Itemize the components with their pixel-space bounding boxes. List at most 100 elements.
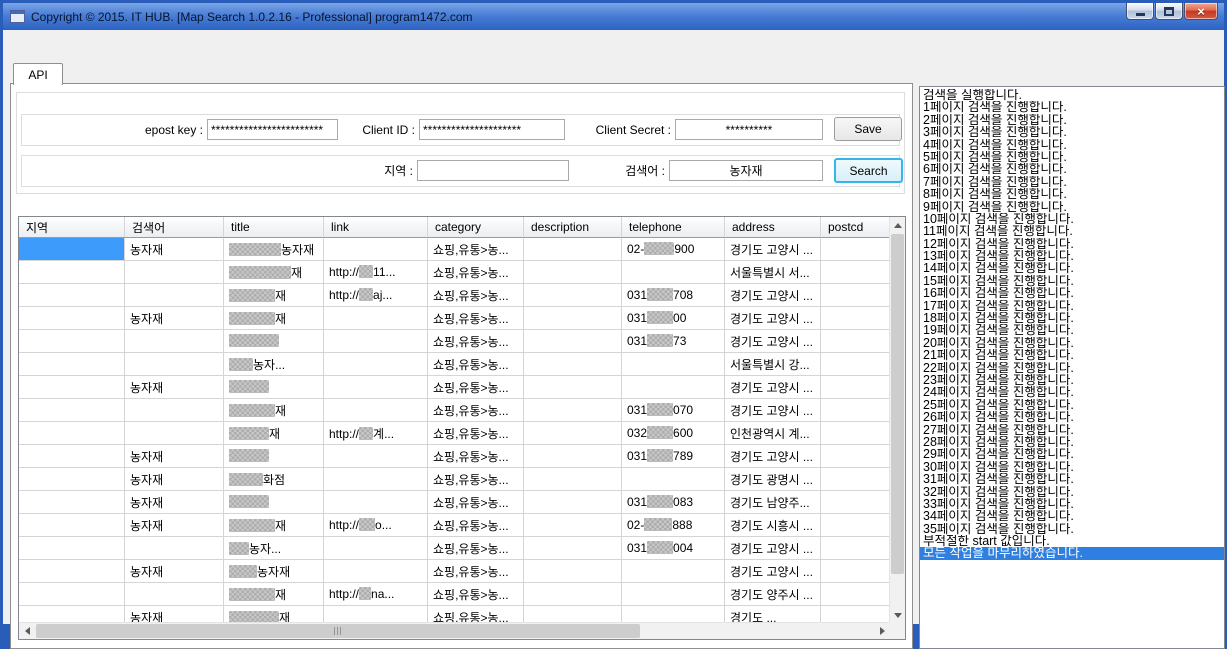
epost-key-field[interactable] (207, 119, 338, 140)
grid-cell[interactable]: 쇼핑,유통>농... (428, 583, 524, 606)
vertical-scroll-thumb[interactable] (891, 234, 904, 574)
grid-cell[interactable] (821, 422, 890, 445)
grid-cell[interactable] (524, 606, 622, 623)
grid-cell[interactable]: http://aj... (324, 284, 428, 307)
grid-cell[interactable] (524, 284, 622, 307)
grid-cell[interactable]: 재 (224, 606, 324, 623)
grid-cell[interactable]: 031789 (622, 445, 725, 468)
client-id-field[interactable] (419, 119, 565, 140)
grid-cell[interactable]: 032600 (622, 422, 725, 445)
grid-cell[interactable] (821, 606, 890, 623)
grid-cell[interactable] (821, 307, 890, 330)
grid-cell[interactable]: 경기도 고양시 ... (725, 445, 821, 468)
grid-cell[interactable] (224, 491, 324, 514)
grid-cell[interactable] (622, 468, 725, 491)
grid-cell[interactable]: 농자재 (224, 560, 324, 583)
grid-cell[interactable]: http://o... (324, 514, 428, 537)
grid-cell[interactable]: http://na... (324, 583, 428, 606)
close-button[interactable]: × (1184, 3, 1218, 20)
grid-cell[interactable]: 03173 (622, 330, 725, 353)
grid-cell[interactable]: 경기도 고양시 ... (725, 284, 821, 307)
grid-cell[interactable] (821, 491, 890, 514)
grid-cell[interactable] (821, 238, 890, 261)
grid-cell[interactable] (324, 376, 428, 399)
grid-cell[interactable]: 02-888 (622, 514, 725, 537)
grid-cell[interactable]: 쇼핑,유통>농... (428, 606, 524, 623)
grid-cell[interactable] (524, 445, 622, 468)
column-header[interactable]: category (428, 217, 524, 238)
grid-cell[interactable] (821, 468, 890, 491)
grid-cell[interactable] (821, 445, 890, 468)
tab-api[interactable]: API (13, 63, 63, 85)
grid-cell[interactable] (19, 514, 125, 537)
grid-cell[interactable]: 031708 (622, 284, 725, 307)
grid-cell[interactable] (224, 376, 324, 399)
grid-cell[interactable] (821, 284, 890, 307)
grid-cell[interactable] (125, 353, 224, 376)
vertical-scrollbar[interactable] (889, 217, 905, 623)
grid-cell[interactable]: 농자재 (125, 376, 224, 399)
grid-cell[interactable]: 재 (224, 284, 324, 307)
grid-cell[interactable] (19, 307, 125, 330)
grid-cell[interactable] (19, 468, 125, 491)
grid-cell[interactable] (324, 445, 428, 468)
grid-cell[interactable]: 농자재 (125, 307, 224, 330)
grid-cell[interactable]: 농자재 (224, 238, 324, 261)
keyword-field[interactable] (669, 160, 823, 181)
client-secret-field[interactable] (675, 119, 823, 140)
grid-cell[interactable]: 쇼핑,유통>농... (428, 422, 524, 445)
grid-cell[interactable]: 031004 (622, 537, 725, 560)
grid-cell[interactable] (324, 560, 428, 583)
grid-cell[interactable] (224, 330, 324, 353)
minimize-button[interactable] (1126, 3, 1154, 20)
grid-cell[interactable] (19, 376, 125, 399)
grid-cell[interactable] (324, 238, 428, 261)
grid-cell[interactable] (324, 468, 428, 491)
grid-cell[interactable]: 쇼핑,유통>농... (428, 238, 524, 261)
grid-cell[interactable] (19, 491, 125, 514)
grid-cell[interactable] (524, 330, 622, 353)
grid-cell[interactable]: 쇼핑,유통>농... (428, 376, 524, 399)
grid-cell[interactable]: 쇼핑,유통>농... (428, 445, 524, 468)
grid-cell[interactable] (524, 238, 622, 261)
grid-cell[interactable] (622, 560, 725, 583)
grid-cell[interactable] (524, 399, 622, 422)
grid-cell[interactable]: 농자재 (125, 468, 224, 491)
grid-cell[interactable]: 서울특별시 서... (725, 261, 821, 284)
title-bar[interactable]: Copyright © 2015. IT HUB. [Map Search 1.… (3, 3, 1224, 30)
grid-cell[interactable]: 인천광역시 계... (725, 422, 821, 445)
column-header[interactable]: 검색어 (125, 217, 224, 238)
grid-cell[interactable]: 쇼핑,유통>농... (428, 284, 524, 307)
grid-cell[interactable] (821, 560, 890, 583)
grid-cell[interactable] (324, 606, 428, 623)
grid-cell[interactable] (524, 261, 622, 284)
grid-cell[interactable]: 농자... (224, 537, 324, 560)
grid-cell[interactable]: 경기도 고양시 ... (725, 330, 821, 353)
grid-cell[interactable]: http://계... (324, 422, 428, 445)
grid-cell[interactable]: 농자재 (125, 445, 224, 468)
column-header[interactable]: address (725, 217, 821, 238)
grid-cell[interactable] (19, 537, 125, 560)
grid-cell[interactable] (821, 376, 890, 399)
grid-cell[interactable]: 재 (224, 307, 324, 330)
grid-cell[interactable]: 경기도 고양시 ... (725, 376, 821, 399)
grid-cell[interactable] (125, 583, 224, 606)
grid-cell[interactable]: 쇼핑,유통>농... (428, 491, 524, 514)
grid-cell[interactable]: 쇼핑,유통>농... (428, 353, 524, 376)
grid-cell[interactable] (821, 330, 890, 353)
grid-cell[interactable] (821, 353, 890, 376)
column-header[interactable]: postcd (821, 217, 890, 238)
grid-cell[interactable] (324, 537, 428, 560)
grid-cell[interactable]: 경기도 시흥시 ... (725, 514, 821, 537)
column-header[interactable]: title (224, 217, 324, 238)
grid-cell[interactable]: 경기도 고양시 ... (725, 560, 821, 583)
grid-cell[interactable]: 02-900 (622, 238, 725, 261)
grid-cell[interactable]: 쇼핑,유통>농... (428, 261, 524, 284)
grid-cell[interactable]: 재 (224, 583, 324, 606)
grid-cell[interactable]: 쇼핑,유통>농... (428, 399, 524, 422)
grid-cell[interactable]: 농자재 (125, 491, 224, 514)
grid-cell[interactable]: 농자재 (125, 514, 224, 537)
grid-cell[interactable] (821, 514, 890, 537)
grid-cell[interactable]: 경기도 고양시 ... (725, 537, 821, 560)
column-header[interactable]: telephone (622, 217, 725, 238)
